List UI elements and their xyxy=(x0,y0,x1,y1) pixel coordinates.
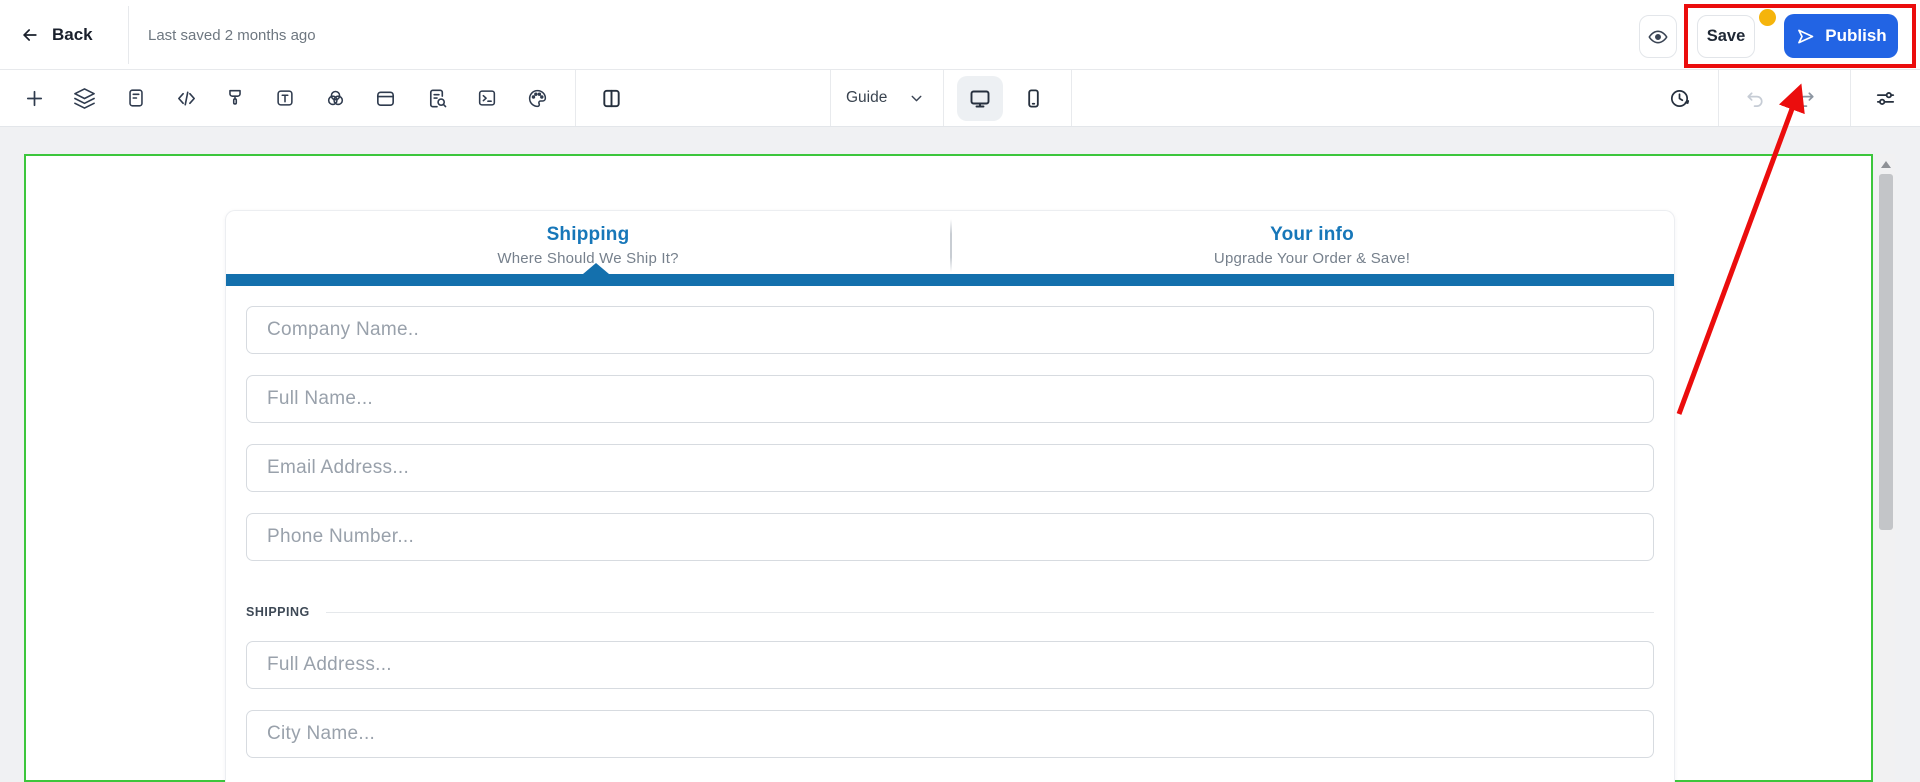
colors-button[interactable] xyxy=(315,78,355,118)
scrollbar-thumb[interactable] xyxy=(1879,174,1893,530)
full-address-field[interactable] xyxy=(246,641,1654,689)
layers-icon xyxy=(73,87,96,110)
redo-icon xyxy=(1794,87,1817,110)
company-name-field[interactable] xyxy=(246,306,1654,354)
styles-button[interactable] xyxy=(215,78,255,118)
publish-button[interactable]: Publish xyxy=(1784,14,1898,58)
email-address-field[interactable] xyxy=(246,444,1654,492)
canvas-scrollbar[interactable] xyxy=(1877,154,1895,782)
toolbar-divider xyxy=(943,70,944,126)
publish-label: Publish xyxy=(1825,26,1886,46)
send-icon xyxy=(1795,26,1816,47)
redo-button[interactable] xyxy=(1785,78,1825,118)
theme-button[interactable] xyxy=(517,78,557,118)
phone-number-field[interactable] xyxy=(246,513,1654,561)
undo-button[interactable] xyxy=(1735,78,1775,118)
shipping-section-header: SHIPPING xyxy=(246,605,1654,619)
device-mobile-button[interactable] xyxy=(1010,76,1056,121)
text-box-icon xyxy=(274,87,296,109)
form-step-tabs: Shipping Where Should We Ship It? Your i… xyxy=(226,211,1674,274)
chevron-down-icon xyxy=(908,90,925,107)
eye-icon xyxy=(1647,26,1669,48)
topbar-divider xyxy=(128,6,129,64)
code-button[interactable] xyxy=(166,78,206,118)
desktop-icon xyxy=(968,87,992,111)
settings-sliders-icon xyxy=(1874,87,1897,110)
brush-icon xyxy=(224,87,246,109)
step-progress-bar xyxy=(226,274,1674,286)
tab-subtitle: Upgrade Your Order & Save! xyxy=(950,250,1674,267)
section-card-icon xyxy=(374,87,397,110)
split-columns-icon xyxy=(600,87,623,110)
toolbar-divider xyxy=(1850,70,1851,126)
shipping-section-label: SHIPPING xyxy=(246,605,310,619)
toolbar-divider xyxy=(830,70,831,126)
add-element-button[interactable] xyxy=(14,78,54,118)
code-icon xyxy=(175,87,198,110)
tab-divider xyxy=(950,219,952,272)
page-button[interactable] xyxy=(116,78,156,118)
back-label: Back xyxy=(52,25,93,45)
undo-icon xyxy=(1744,87,1767,110)
editor-toolbar: Guide xyxy=(0,70,1920,127)
toolbar-divider xyxy=(1718,70,1719,126)
toolbar-divider xyxy=(575,70,576,126)
device-desktop-button[interactable] xyxy=(957,76,1003,121)
seo-button[interactable] xyxy=(417,78,457,118)
scroll-up-arrow-icon xyxy=(1881,161,1891,168)
history-icon xyxy=(1668,87,1691,110)
page-icon xyxy=(125,87,147,109)
last-saved-status: Last saved 2 months ago xyxy=(148,0,316,70)
unsaved-changes-dot xyxy=(1759,9,1776,26)
top-bar: Back Last saved 2 months ago Save Publis… xyxy=(0,0,1920,70)
layout-columns-button[interactable] xyxy=(591,78,631,118)
blend-colors-icon xyxy=(324,87,347,110)
mobile-icon xyxy=(1022,87,1045,110)
scripts-button[interactable] xyxy=(467,78,507,118)
full-name-field[interactable] xyxy=(246,375,1654,423)
history-button[interactable] xyxy=(1659,78,1699,118)
guide-label: Guide xyxy=(846,89,887,107)
toolbar-divider xyxy=(1071,70,1072,126)
typography-button[interactable] xyxy=(265,78,305,118)
seo-search-icon xyxy=(426,87,449,110)
tab-title: Your info xyxy=(950,224,1674,246)
guide-dropdown[interactable]: Guide xyxy=(846,70,925,126)
terminal-icon xyxy=(476,87,498,109)
form-body: SHIPPING xyxy=(226,286,1674,758)
back-arrow-icon xyxy=(20,25,40,45)
tab-title: Shipping xyxy=(226,224,950,246)
palette-icon xyxy=(526,87,549,110)
sections-button[interactable] xyxy=(365,78,405,118)
preview-button[interactable] xyxy=(1639,15,1677,58)
scrollbar-up-button[interactable] xyxy=(1877,156,1895,172)
checkout-form-card[interactable]: Shipping Where Should We Ship It? Your i… xyxy=(225,210,1675,782)
save-button[interactable]: Save xyxy=(1697,15,1755,58)
add-icon xyxy=(23,87,46,110)
layers-button[interactable] xyxy=(64,78,104,118)
section-divider-line xyxy=(326,612,1654,613)
active-step-notch xyxy=(583,263,609,274)
city-name-field[interactable] xyxy=(246,710,1654,758)
back-button[interactable]: Back xyxy=(20,0,93,70)
tab-your-info[interactable]: Your info Upgrade Your Order & Save! xyxy=(950,211,1674,274)
page-settings-button[interactable] xyxy=(1865,78,1905,118)
